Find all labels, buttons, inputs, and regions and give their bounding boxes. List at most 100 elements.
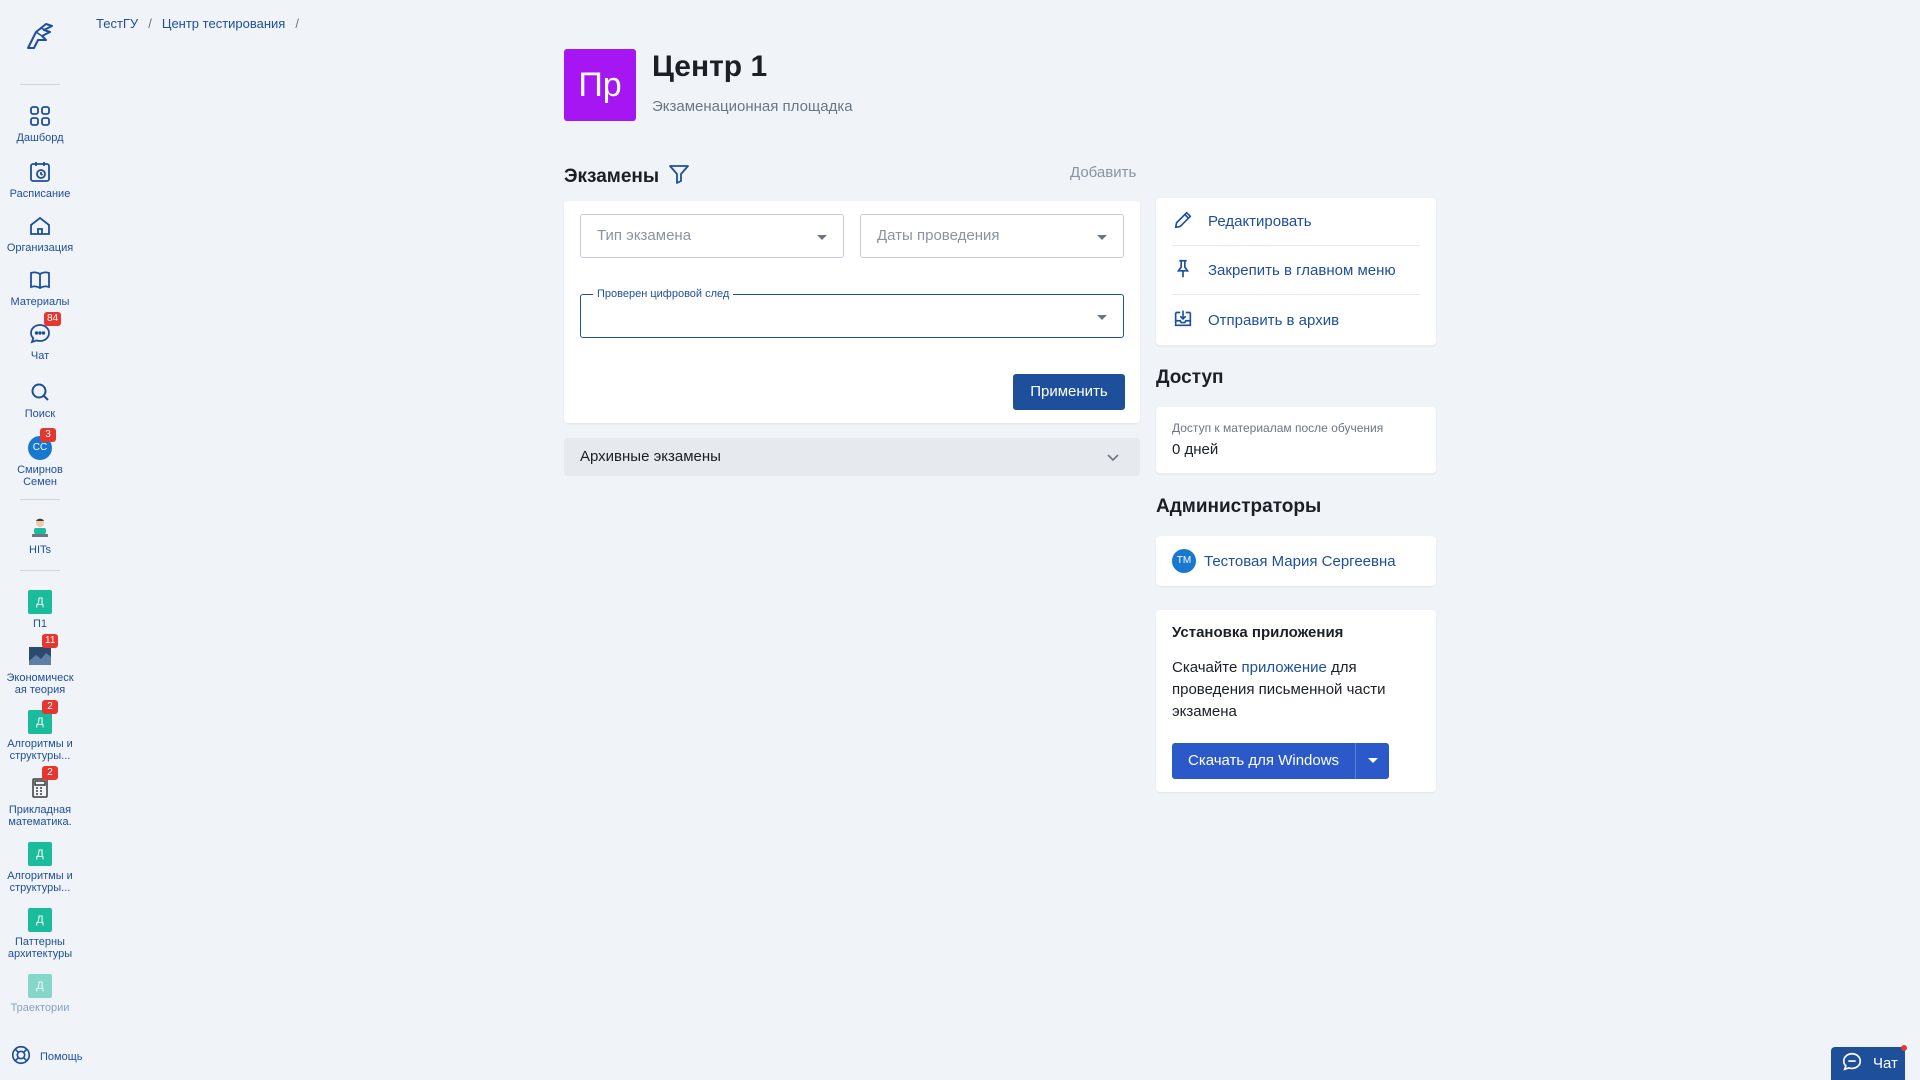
apply-button[interactable]: Применить <box>1013 374 1125 410</box>
sidebar-item-label: Семен <box>23 476 57 488</box>
course-label: Экономическ <box>6 672 74 684</box>
breadcrumb: ТестГУ / Центр тестирования / <box>96 16 299 31</box>
sidebar-item-dashboard[interactable]: Дашборд <box>0 104 80 144</box>
sidebar-course-item[interactable]: Д 2 Алгоритмы и структуры... <box>0 700 80 762</box>
course-label: П1 <box>32 618 48 630</box>
sidebar-item-organization[interactable]: Организация <box>0 214 80 254</box>
download-options-caret[interactable] <box>1355 743 1390 779</box>
sidebar-item-label: Поиск <box>24 408 56 420</box>
download-split-button: Скачать для Windows <box>1172 743 1390 779</box>
caret-down-icon <box>1097 315 1107 320</box>
sidebar-divider <box>20 570 60 571</box>
archive-icon <box>1172 307 1194 333</box>
sidebar-item-materials[interactable]: Материалы <box>0 268 80 308</box>
sidebar-item-label: Расписание <box>9 188 71 200</box>
sidebar-item-label: Смирнов <box>17 464 63 476</box>
edit-button[interactable]: Редактировать <box>1172 198 1420 246</box>
app-link[interactable]: приложение <box>1242 659 1327 676</box>
admin-item[interactable]: ТМ Тестовая Мария Сергеевна <box>1156 536 1436 586</box>
sidebar-divider <box>20 84 60 85</box>
edit-label: Редактировать <box>1208 213 1312 230</box>
avatar: ТМ <box>1172 549 1196 573</box>
filter-panel: Тип экзамена Даты проведения Проверен ци… <box>564 201 1140 423</box>
course-initial-text: Д <box>36 716 44 728</box>
exams-heading: Экзамены <box>564 162 691 192</box>
course-label: Алгоритмы и <box>7 870 73 882</box>
sidebar-course-item[interactable]: 2 Прикладная математика. <box>0 766 80 828</box>
course-label: структуры... <box>9 882 71 894</box>
exam-type-select[interactable]: Тип экзамена <box>580 214 844 258</box>
breadcrumb-separator: / <box>295 16 299 31</box>
access-label: Доступ к материалам после обучения <box>1172 421 1384 435</box>
caret-down-icon <box>817 235 827 240</box>
pin-button[interactable]: Закрепить в главном меню <box>1172 247 1420 295</box>
install-card: Установка приложения Скачайте приложение… <box>1156 610 1436 792</box>
add-exam-button[interactable]: Добавить <box>1070 164 1136 181</box>
sidebar-item-label: Организация <box>6 242 74 254</box>
chat-widget-button[interactable]: Чат <box>1831 1045 1907 1080</box>
notification-badge: 2 <box>42 766 58 780</box>
pin-label: Закрепить в главном меню <box>1208 262 1396 279</box>
archived-exams-accordion[interactable]: Архивные экзамены <box>564 438 1140 476</box>
notification-badge: 11 <box>42 634 59 648</box>
install-text: Скачайте приложение для проведения письм… <box>1172 657 1420 723</box>
filter-icon[interactable] <box>667 162 691 192</box>
download-windows-button[interactable]: Скачать для Windows <box>1172 743 1356 779</box>
course-label: Прикладная <box>8 804 72 816</box>
archived-exams-label: Архивные экзамены <box>580 448 721 465</box>
course-image-icon: 11 <box>28 634 59 668</box>
actions-menu: Редактировать Закрепить в главном меню О… <box>1156 198 1436 345</box>
avatar-initials: СС <box>32 442 48 453</box>
sidebar-item-label: Дашборд <box>16 132 64 144</box>
page-subtitle: Экзаменационная площадка <box>652 98 853 115</box>
breadcrumb-item[interactable]: ТестГУ <box>96 16 138 31</box>
dates-select[interactable]: Даты проведения <box>860 214 1124 258</box>
notification-dot <box>1901 1045 1907 1051</box>
course-initial: Д <box>28 842 52 866</box>
notification-badge: 3 <box>40 428 56 442</box>
sidebar-divider <box>20 499 60 500</box>
course-initial: Д <box>28 590 52 614</box>
sidebar-course-item[interactable]: 11 Экономическ ая теория <box>0 634 80 696</box>
sidebar-item-profile[interactable]: СС 3 Смирнов Семен <box>0 428 80 488</box>
sidebar-course-item[interactable]: Д Траектории <box>0 974 80 1014</box>
install-title: Установка приложения <box>1172 624 1344 641</box>
course-initial: Д 2 <box>28 700 58 734</box>
breadcrumb-item[interactable]: Центр тестирования <box>162 16 286 31</box>
lifebuoy-icon <box>10 1044 32 1069</box>
sidebar-item-schedule[interactable]: Расписание <box>0 160 80 200</box>
archive-label: Отправить в архив <box>1208 311 1340 329</box>
home-icon <box>28 214 52 238</box>
dates-placeholder: Даты проведения <box>877 227 1000 244</box>
calculator-icon: 2 <box>28 766 58 800</box>
chat-icon: 84 <box>28 312 62 346</box>
help-link[interactable]: Помощь <box>10 1044 83 1069</box>
access-card: Доступ к материалам после обучения 0 дне… <box>1156 407 1436 473</box>
breadcrumb-separator: / <box>148 16 152 31</box>
chat-widget-label: Чат <box>1873 1055 1898 1072</box>
sidebar: Дашборд Расписание Организация Материалы… <box>0 0 83 1080</box>
chevron-down-icon <box>1106 450 1120 468</box>
notification-badge: 2 <box>42 700 58 714</box>
book-icon <box>28 268 52 292</box>
center-avatar: Пр <box>564 49 636 121</box>
help-label: Помощь <box>40 1050 83 1063</box>
unread-badge: 84 <box>44 312 62 326</box>
sidebar-course-item[interactable]: Д Паттерны архитектуры <box>0 908 80 960</box>
pencil-icon <box>1172 209 1194 235</box>
sidebar-course-item[interactable]: Д Алгоритмы и структуры... <box>0 842 80 894</box>
course-label: Траектории <box>10 1002 70 1014</box>
digital-trace-select[interactable]: Проверен цифровой след <box>580 288 1124 338</box>
pin-icon <box>1172 258 1194 284</box>
page-title: Центр 1 <box>652 50 768 83</box>
course-label: структуры... <box>9 750 71 762</box>
digital-trace-label: Проверен цифровой след <box>593 288 734 300</box>
sidebar-item-label: Чат <box>30 350 50 362</box>
sidebar-course-item[interactable]: Д П1 <box>0 590 80 630</box>
archive-button[interactable]: Отправить в архив <box>1172 296 1420 344</box>
course-label: ая теория <box>14 684 66 696</box>
sidebar-item-chat[interactable]: 84 Чат <box>0 312 80 362</box>
sidebar-item-hits[interactable]: HITs <box>0 516 80 556</box>
logo-icon[interactable] <box>22 18 58 54</box>
sidebar-item-search[interactable]: Поиск <box>0 380 80 420</box>
